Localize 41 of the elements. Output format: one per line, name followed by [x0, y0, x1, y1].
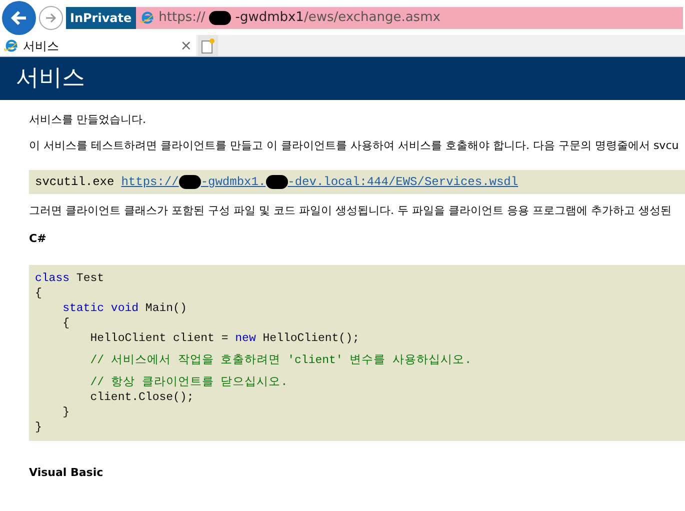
code-comment: // 항상 클라이언트를 닫으십시오.	[89, 376, 288, 389]
address-bar[interactable]: https:// -gwdmbx1/ews/exchange.asmx	[136, 6, 683, 28]
page-title: 서비스	[16, 64, 85, 94]
new-tab-button[interactable]	[198, 35, 218, 56]
code-text: HelloClient();	[262, 332, 360, 345]
wsdl-link[interactable]: https:// -gwdmbx1. -dev.local:444/EWS/Services.wsdl	[121, 173, 518, 191]
code-comment: // 서비스에서 작업을 호출하려면 'client' 변수를 사용하십시오.	[89, 354, 472, 367]
close-tab-button[interactable]: ×	[180, 38, 192, 52]
code-text: Main()	[144, 302, 187, 315]
code-keyword: class	[35, 272, 70, 285]
url-text: -gwdmbx1	[235, 8, 304, 27]
code-text: client.Close();	[89, 391, 194, 404]
forward-arrow-icon	[44, 10, 58, 24]
code-text: Test	[75, 272, 104, 285]
code-text: {	[35, 287, 42, 300]
redaction-mark	[178, 175, 201, 189]
command-text: svcutil.exe	[35, 174, 114, 191]
section-heading: Visual Basic	[29, 465, 104, 481]
back-button[interactable]	[2, 0, 36, 34]
new-page-icon	[201, 38, 215, 54]
browser-tab[interactable]: 서비스 ×	[0, 35, 196, 56]
url-text: /ews/exchange.asmx	[304, 8, 440, 27]
code-text: }	[35, 421, 42, 434]
code-keyword: new	[235, 332, 256, 345]
code-keyword: static	[62, 302, 104, 315]
inprivate-badge: InPrivate	[66, 6, 136, 28]
forward-button[interactable]	[39, 6, 63, 30]
code-text: }	[62, 406, 70, 419]
tab-title: 서비스	[23, 38, 59, 54]
url-text: https://	[158, 8, 206, 27]
section-heading: C#	[29, 230, 48, 246]
body-text: 서비스를 만들었습니다.	[29, 112, 147, 128]
code-text: {	[62, 317, 70, 330]
body-text: 그러면 클라이언트 클래스가 포함된 구성 파일 및 코드 파일이 생성됩니다. 두 파일을 클라이언트 응용 프로그램에 추가하고 생성된	[29, 203, 672, 219]
code-text: HelloClient client =	[89, 332, 230, 345]
browser-logo-icon	[4, 38, 19, 53]
redaction-mark	[209, 10, 232, 24]
browser-logo-icon	[140, 10, 155, 25]
code-keyword: void	[110, 302, 139, 315]
body-text: 이 서비스를 테스트하려면 클라이언트를 만들고 이 클라이언트를 사용하여 서비스를 호출해야 합니다. 다음 구문의 명령줄에서 svcu	[29, 138, 680, 154]
redaction-mark	[266, 175, 288, 189]
